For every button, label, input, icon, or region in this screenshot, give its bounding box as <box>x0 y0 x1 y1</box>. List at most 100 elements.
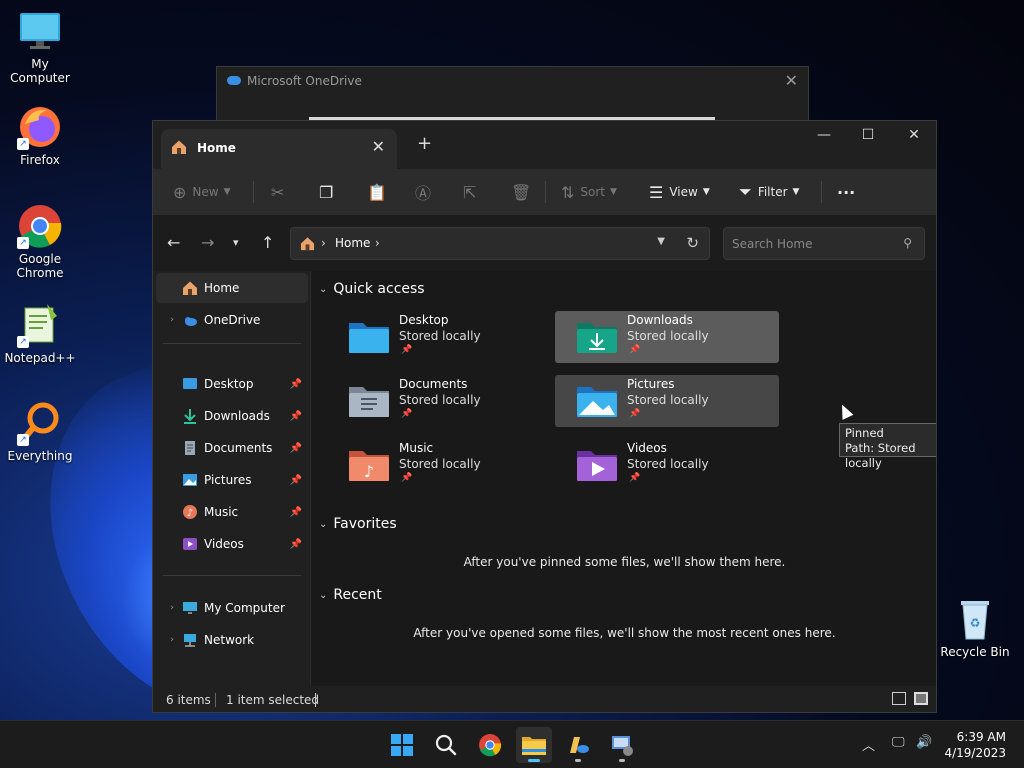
funnel-icon: ⏷ <box>739 182 752 201</box>
breadcrumb-chevron-icon[interactable]: › <box>375 236 380 250</box>
pictures-folder-icon <box>575 383 619 422</box>
title-bar: Home ✕ + — ☐ ✕ <box>153 121 936 169</box>
videos-folder-icon <box>575 447 619 486</box>
recycle-bin-icon: ♻ <box>952 596 998 642</box>
sidebar-item-pictures[interactable]: Pictures 📌 <box>156 465 308 495</box>
system-clock[interactable]: 6:39 AM 4/19/2023 <box>944 729 1006 761</box>
volume-icon[interactable]: 🔊 <box>916 735 932 750</box>
onedrive-cloud-icon <box>227 76 241 85</box>
plus-circle-icon: ⊕ <box>173 182 187 202</box>
address-bar[interactable]: › Home › ▼ ↻ <box>290 227 710 260</box>
sidebar-item-music[interactable]: ♪ Music 📌 <box>156 497 308 527</box>
details-view-icon[interactable] <box>892 692 906 705</box>
tiles-view-icon[interactable] <box>914 692 928 705</box>
minimize-button[interactable]: — <box>801 127 847 143</box>
cut-button[interactable]: ✂ <box>271 169 290 215</box>
pin-icon: 📌 <box>629 473 641 483</box>
close-button[interactable]: ✕ <box>891 127 936 143</box>
search-icon[interactable]: ⚲ <box>903 236 912 250</box>
tab-label: Home <box>197 141 236 155</box>
quick-access-pictures[interactable]: Pictures Stored locally 📌 <box>555 375 779 427</box>
shortcut-arrow-icon: ↗ <box>17 434 29 446</box>
desktop-icon-notepad-plus-plus[interactable]: ↗ Notepad++ <box>0 302 80 365</box>
sidebar-item-onedrive[interactable]: › OneDrive <box>156 305 308 335</box>
copy-button[interactable]: ❐ <box>319 169 339 215</box>
chevron-down-icon: ▼ <box>792 187 800 197</box>
chevron-right-icon[interactable]: › <box>162 603 182 613</box>
quick-access-desktop[interactable]: Desktop Stored locally 📌 <box>327 311 551 363</box>
rename-button[interactable]: Ⓐ <box>415 169 437 215</box>
onedrive-window[interactable]: Microsoft OneDrive ✕ <box>216 66 809 126</box>
favorites-header[interactable]: ⌄ Favorites <box>319 516 397 532</box>
back-arrow-icon[interactable]: ← <box>167 233 180 252</box>
up-arrow-icon[interactable]: ↑ <box>261 233 274 252</box>
taskbar-onedrive-setup[interactable] <box>560 727 596 763</box>
tab-close-icon[interactable]: ✕ <box>372 137 385 156</box>
desktop-icon-firefox[interactable]: ↗ Firefox <box>0 104 80 167</box>
sidebar-item-network[interactable]: › Network <box>156 625 308 655</box>
sidebar-item-home[interactable]: Home <box>156 273 308 303</box>
desktop-icon-my-computer[interactable]: My Computer <box>0 8 80 85</box>
start-button[interactable] <box>384 727 420 763</box>
desktop-folder-icon <box>347 319 391 358</box>
sidebar-item-my-computer[interactable]: › My Computer <box>156 593 308 623</box>
desktop-icon-recycle-bin[interactable]: ♻ Recycle Bin <box>935 596 1015 659</box>
tab-home[interactable]: Home ✕ <box>161 129 397 169</box>
see-more-button[interactable]: ··· <box>837 169 855 215</box>
recent-header[interactable]: ⌄ Recent <box>319 587 382 603</box>
quick-access-videos[interactable]: Videos Stored locally 📌 <box>555 439 779 491</box>
windows-logo-icon <box>391 734 413 756</box>
desktop-icon-google-chrome[interactable]: ↗ Google Chrome <box>0 203 80 280</box>
refresh-icon[interactable]: ↻ <box>686 234 699 252</box>
sidebar-item-documents[interactable]: Documents 📌 <box>156 433 308 463</box>
network-tray-icon[interactable]: 🖵 <box>892 735 905 750</box>
view-button[interactable]: ☰ View ▼ <box>649 169 710 215</box>
chevron-right-icon[interactable]: › <box>162 315 182 325</box>
shortcut-arrow-icon: ↗ <box>17 237 29 249</box>
pin-icon: 📌 <box>401 473 413 483</box>
status-divider <box>215 693 216 707</box>
show-hidden-icons-chevron-icon[interactable]: ︿ <box>862 735 875 754</box>
taskbar-chrome[interactable] <box>472 727 508 763</box>
forward-arrow-icon[interactable]: → <box>201 233 214 252</box>
sidebar-item-videos[interactable]: Videos 📌 <box>156 529 308 559</box>
taskbar-remote-app[interactable] <box>604 727 640 763</box>
home-icon <box>171 139 187 158</box>
address-dropdown-icon[interactable]: ▼ <box>657 236 665 247</box>
onedrive-close-button[interactable]: ✕ <box>785 71 798 90</box>
paste-button[interactable]: 📋 <box>367 169 393 215</box>
view-list-icon: ☰ <box>649 182 664 202</box>
toolbar-divider <box>821 181 822 203</box>
new-button[interactable]: ⊕ New ▼ <box>173 169 231 215</box>
recent-locations-chevron-icon[interactable]: ▾ <box>233 236 239 249</box>
search-input[interactable] <box>732 235 892 253</box>
pin-icon: 📌 <box>401 345 413 355</box>
filter-button[interactable]: ⏷ Filter ▼ <box>739 169 799 215</box>
new-tab-button[interactable]: + <box>417 133 432 154</box>
sidebar-item-downloads[interactable]: Downloads 📌 <box>156 401 308 431</box>
tooltip: Pinned Path: Stored locally <box>839 423 936 470</box>
sort-button[interactable]: ⇅ Sort ▼ <box>561 169 617 215</box>
chevron-right-icon[interactable]: › <box>162 635 182 645</box>
magnifier-icon: ↗ <box>17 400 63 446</box>
sidebar-divider <box>163 343 301 344</box>
search-taskbar-button[interactable] <box>428 727 464 763</box>
quick-access-music[interactable]: ♪ Music Stored locally 📌 <box>327 439 551 491</box>
maximize-button[interactable]: ☐ <box>845 127 891 143</box>
share-button[interactable]: ⇱ <box>463 169 482 215</box>
quick-access-header[interactable]: ⌄ Quick access <box>319 281 425 297</box>
breadcrumb-home[interactable]: Home <box>335 236 370 250</box>
status-bar: 6 items 1 item selected <box>153 686 936 712</box>
selection-count: 1 item selected <box>226 693 320 707</box>
item-count: 6 items <box>166 693 211 707</box>
desktop-icon-everything[interactable]: ↗ Everything <box>0 400 80 463</box>
taskbar-file-explorer[interactable] <box>516 727 552 763</box>
pin-icon: 📌 <box>289 474 302 486</box>
monitor-icon <box>182 600 198 616</box>
chevron-down-icon: ⌄ <box>319 518 328 530</box>
sidebar-item-desktop[interactable]: Desktop 📌 <box>156 369 308 399</box>
clipboard-icon: 📋 <box>367 182 387 202</box>
quick-access-documents[interactable]: Documents Stored locally 📌 <box>327 375 551 427</box>
delete-button[interactable]: 🗑 <box>511 169 537 215</box>
quick-access-downloads[interactable]: Downloads Stored locally 📌 <box>555 311 779 363</box>
